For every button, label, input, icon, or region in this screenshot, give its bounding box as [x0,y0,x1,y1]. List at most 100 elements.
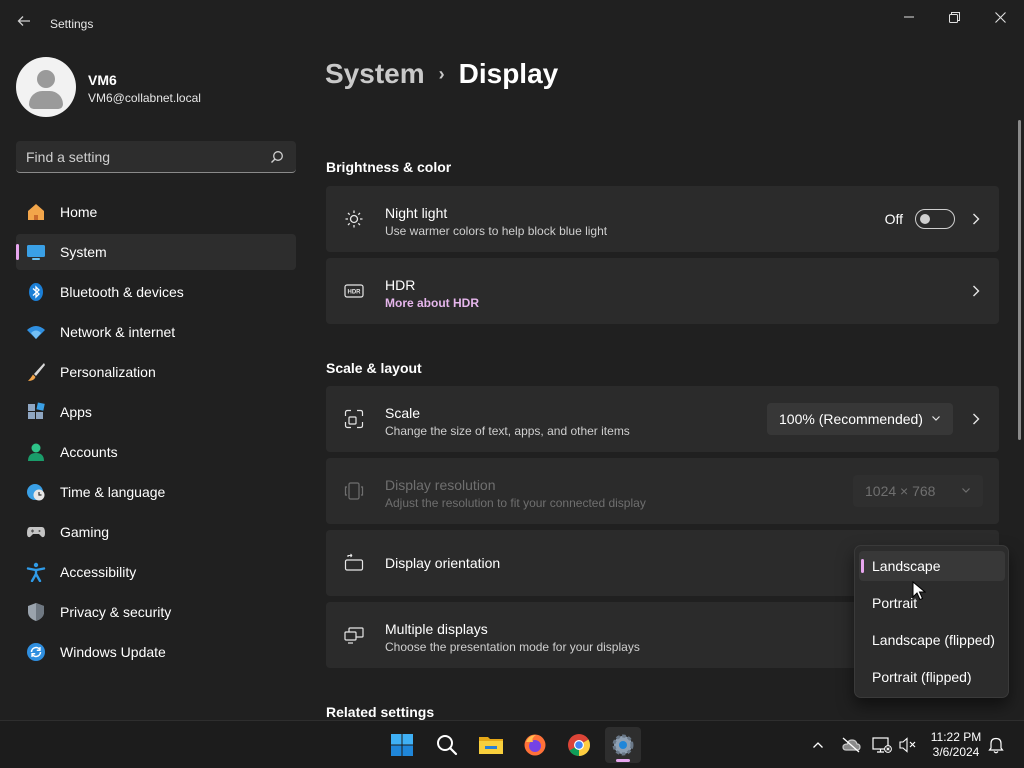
hdr-card[interactable]: HDR HDR More about HDR [326,258,999,324]
sidebar-item-apps[interactable]: Apps [16,394,296,430]
sidebar-item-label: Privacy & security [60,604,172,620]
title-bar: Settings [0,0,1024,48]
firefox-icon [524,734,546,756]
hdr-learn-more-link[interactable]: More about HDR [385,296,479,310]
volume-tray-button[interactable] [898,735,918,755]
multiple-displays-icon [344,627,364,644]
orientation-option-landscape[interactable]: Landscape [859,551,1005,581]
globe-clock-icon [27,484,45,501]
night-light-state: Off [884,211,903,227]
sidebar-item-label: Apps [60,404,92,420]
firefox-button[interactable] [517,727,553,763]
display-resolution-card: Display resolution Adjust the resolution… [326,458,999,524]
start-button[interactable] [384,727,420,763]
user-profile[interactable]: VM6 VM6@collabnet.local [16,57,296,117]
sidebar-item-personalization[interactable]: Personalization [16,354,296,390]
search-icon [437,735,458,756]
scrollbar[interactable] [1018,120,1021,440]
start-icon [391,734,413,756]
home-icon [28,204,44,220]
network-icon [872,737,892,753]
show-hidden-icons-button[interactable] [808,735,828,755]
scale-icon [344,409,364,429]
bluetooth-icon [29,283,43,301]
scale-dropdown[interactable]: 100% (Recommended) [767,403,953,435]
chevron-right-icon[interactable] [971,411,981,427]
network-tray-button[interactable] [872,735,892,755]
sidebar-item-label: Network & internet [60,324,176,340]
sidebar-item-label: Windows Update [60,644,166,660]
mouse-cursor-icon [912,581,926,601]
chevron-right-icon[interactable] [971,211,981,227]
scale-card[interactable]: Scale Change the size of text, apps, and… [326,386,999,452]
back-arrow-icon[interactable] [14,14,34,34]
sidebar-item-accounts[interactable]: Accounts [16,434,296,470]
chevron-right-icon[interactable] [971,283,981,299]
settings-button[interactable] [605,727,641,763]
breadcrumb-separator: › [438,63,445,84]
clock-date: 3/6/2024 [932,745,980,759]
orientation-option-portrait-flipped[interactable]: Portrait (flipped) [859,662,1005,692]
sidebar-item-gaming[interactable]: Gaming [16,514,296,550]
gamepad-icon [27,527,45,538]
sidebar-item-label: Time & language [60,484,166,500]
avatar [16,57,76,117]
search-icon[interactable] [270,150,284,164]
resolution-title: Display resolution [385,477,496,493]
taskbar: 11:22 PM 3/6/2024 [0,720,1024,768]
chrome-button[interactable] [561,727,597,763]
sidebar-item-time-language[interactable]: Time & language [16,474,296,510]
notifications-button[interactable] [986,735,1006,755]
scale-title: Scale [385,405,421,421]
hdr-title: HDR [385,277,416,293]
hdr-icon: HDR [344,284,364,298]
bell-icon [988,737,1004,754]
chevron-down-icon [932,416,940,421]
profile-email: VM6@collabnet.local [88,91,201,105]
search-box[interactable] [16,141,296,173]
sidebar-item-label: Accessibility [60,564,137,580]
sidebar-item-privacy[interactable]: Privacy & security [16,594,296,630]
accessibility-icon [26,562,46,582]
scale-subtitle: Change the size of text, apps, and other… [385,424,630,438]
close-button[interactable] [978,6,1022,28]
sidebar-item-label: Bluetooth & devices [60,284,184,300]
night-light-card[interactable]: Night light Use warmer colors to help bl… [326,186,999,252]
chevron-up-icon [813,742,823,748]
orientation-option-landscape-flipped[interactable]: Landscape (flipped) [859,625,1005,655]
sidebar-nav: Home System Bluetooth & devices Network … [16,194,296,674]
onedrive-tray-button[interactable] [841,735,861,755]
resolution-icon [344,482,364,500]
system-icon [27,245,45,260]
orientation-option-portrait[interactable]: Portrait [859,588,1005,618]
night-light-title: Night light [385,205,448,221]
sidebar-item-accessibility[interactable]: Accessibility [16,554,296,590]
section-title-brightness: Brightness & color [326,159,452,175]
night-light-toggle[interactable] [915,209,955,229]
night-light-subtitle: Use warmer colors to help block blue lig… [385,224,608,238]
wifi-icon [27,326,45,339]
accounts-icon [28,443,44,461]
resolution-dropdown: 1024 × 768 [853,475,983,507]
restore-button[interactable] [932,6,976,28]
breadcrumb-system[interactable]: System [325,58,425,90]
file-explorer-button[interactable] [473,727,509,763]
search-input[interactable] [26,147,266,167]
window-title: Settings [50,17,94,31]
sidebar-item-label: Gaming [60,524,110,540]
minimize-button[interactable] [887,6,931,28]
resolution-value: 1024 × 768 [865,483,936,499]
multiple-displays-title: Multiple displays [385,621,488,637]
sidebar-item-label: System [60,244,107,260]
taskbar-search-button[interactable] [429,727,465,763]
taskbar-clock[interactable]: 11:22 PM 3/6/2024 [926,730,986,760]
sidebar-item-system[interactable]: System [16,234,296,270]
sidebar-item-home[interactable]: Home [16,194,296,230]
sidebar-item-label: Personalization [60,364,156,380]
sidebar-item-windows-update[interactable]: Windows Update [16,634,296,670]
apps-icon [28,402,45,419]
sidebar-item-network[interactable]: Network & internet [16,314,296,350]
sidebar-item-bluetooth[interactable]: Bluetooth & devices [16,274,296,310]
chevron-down-icon [962,488,970,493]
update-icon [27,643,45,661]
